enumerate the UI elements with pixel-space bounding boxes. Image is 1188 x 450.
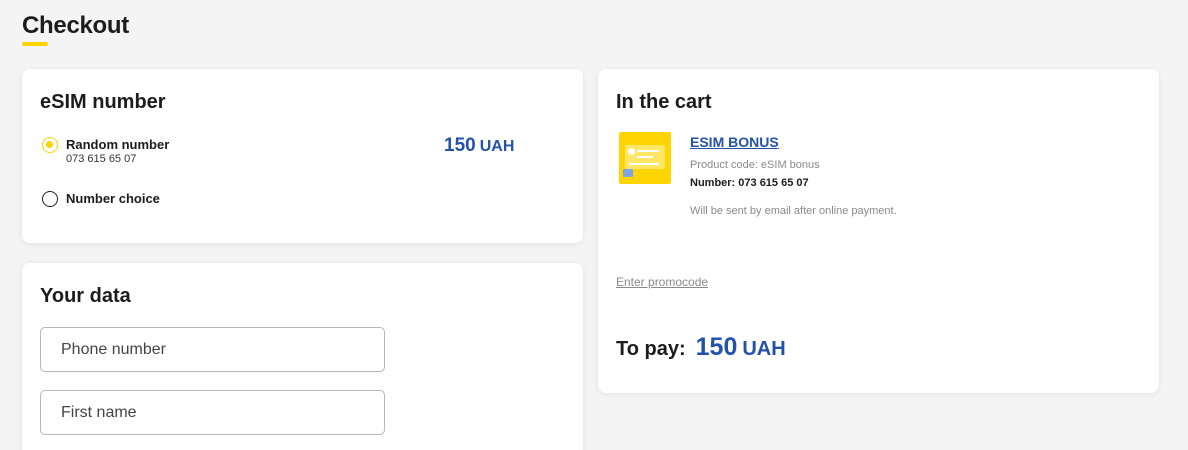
sim-chip-graphic	[623, 169, 633, 177]
title-underline	[22, 42, 48, 46]
esim-number-card: eSIM number Random number 073 615 65 07 …	[22, 69, 583, 243]
cart-heading: In the cart	[616, 91, 712, 113]
random-number-label: Random number	[66, 137, 170, 152]
random-number-radio[interactable]	[42, 137, 58, 153]
to-pay-currency: UAH	[742, 338, 786, 360]
first-name-input[interactable]	[40, 390, 385, 435]
esim-price-currency: UAH	[479, 138, 515, 155]
product-code: Product code: eSIM bonus	[690, 159, 820, 171]
product-image	[619, 132, 671, 184]
esim-price: 150 UAH	[444, 135, 514, 157]
to-pay-value: 150	[695, 333, 738, 361]
your-data-heading: Your data	[40, 285, 131, 307]
number-choice-radio[interactable]	[42, 191, 58, 207]
product-title-link[interactable]: ESIM BONUS	[690, 134, 779, 150]
to-pay-label: To pay:	[616, 338, 686, 360]
page-title: Checkout	[22, 12, 129, 39]
your-data-card: Your data	[22, 263, 583, 450]
enter-promocode-link[interactable]: Enter promocode	[616, 275, 708, 289]
number-choice-option[interactable]: Number choice	[42, 190, 160, 207]
phone-number-input[interactable]	[40, 327, 385, 372]
cart-card: In the cart ESIM BONUS Product code: eSI…	[598, 69, 1159, 393]
random-number-option[interactable]: Random number 073 615 65 07	[42, 136, 169, 166]
sim-card-graphic	[625, 145, 665, 169]
number-choice-label: Number choice	[66, 191, 160, 206]
product-number: Number: 073 615 65 07	[690, 177, 809, 189]
esim-heading: eSIM number	[40, 91, 166, 113]
random-number-value: 073 615 65 07	[66, 153, 137, 165]
to-pay-total: To pay: 150 UAH	[616, 333, 786, 362]
delivery-note: Will be sent by email after online payme…	[690, 205, 897, 217]
esim-price-value: 150	[444, 135, 476, 156]
